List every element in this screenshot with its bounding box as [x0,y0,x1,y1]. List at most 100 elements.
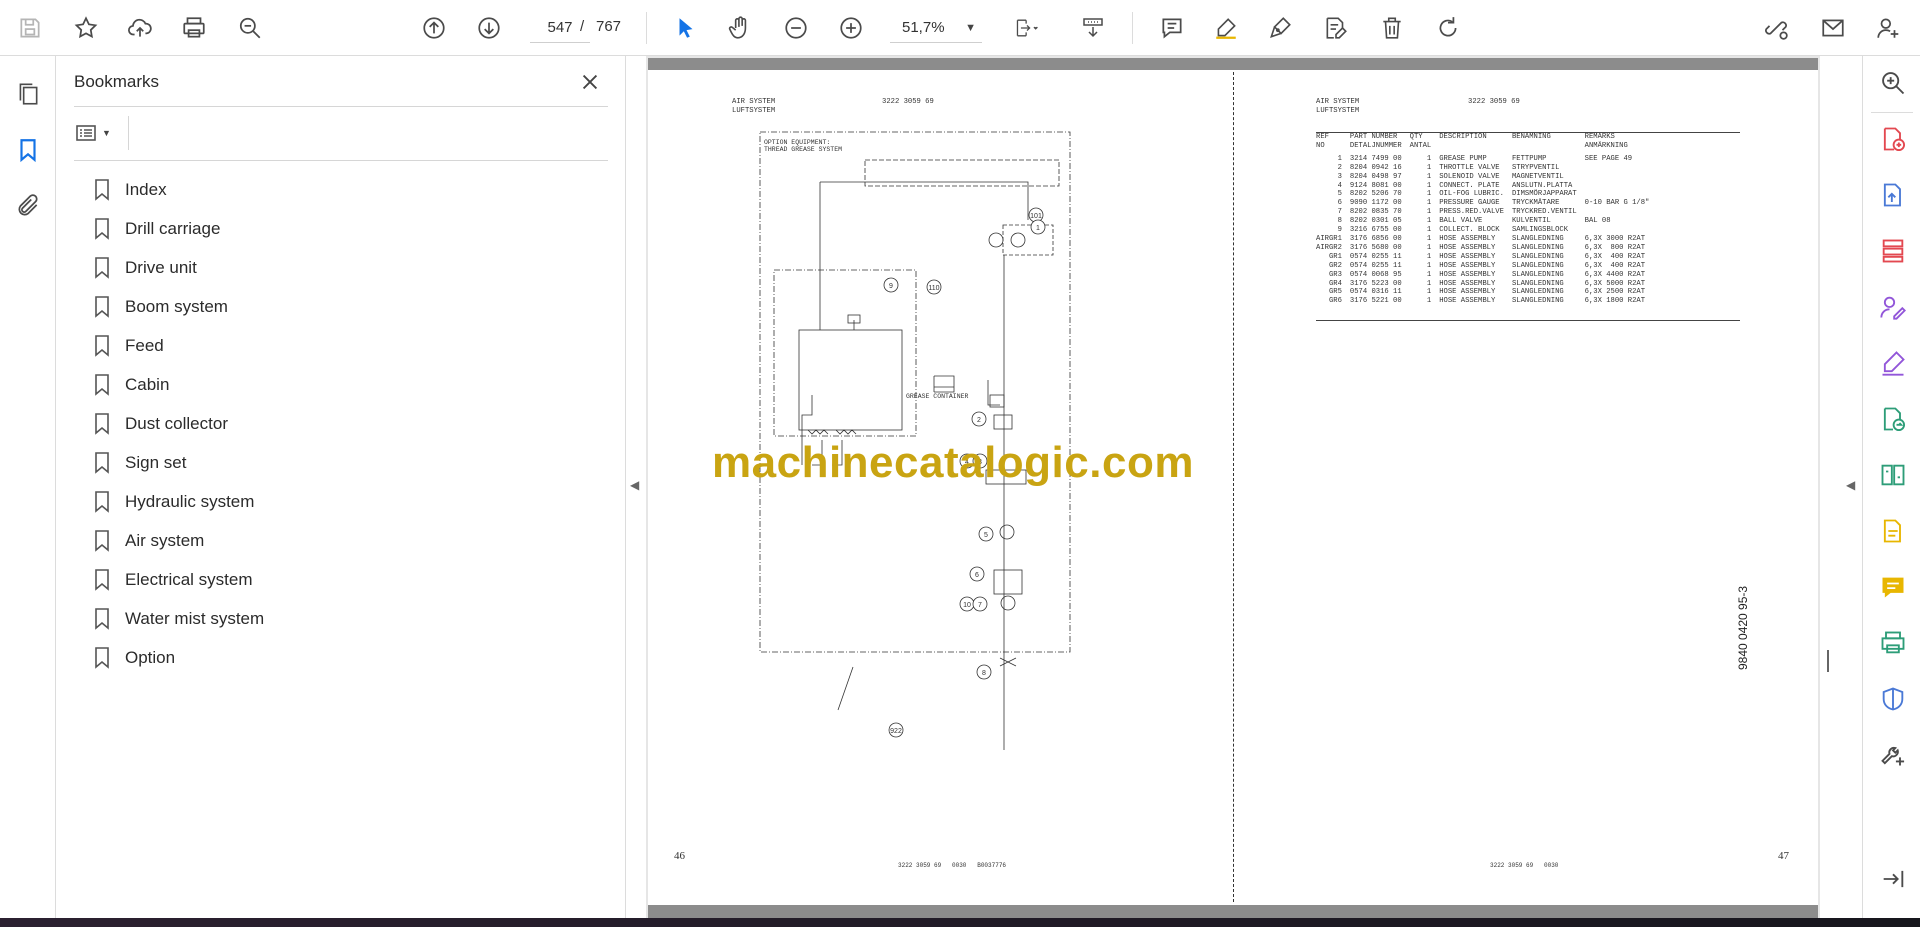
table-cell: 1 [1426,234,1432,243]
bookmark-label: Boom system [125,296,228,316]
bookmark-item[interactable]: Air system [94,521,594,560]
zoom-in-icon[interactable] [833,10,869,46]
more-tools-icon[interactable] [1876,738,1910,772]
search-zoom-icon[interactable] [232,10,268,46]
table-row: GR6 3176 5221 00 1 HOSE ASSEMBLY SLANGLEDNIN… [1312,297,1653,306]
collapse-right-panel-icon[interactable]: ◀ [1846,478,1855,492]
page-separator: / [580,18,585,35]
print-icon[interactable] [176,10,212,46]
organize-pages-icon[interactable] [1876,234,1910,268]
bookmark-panel-icon[interactable] [10,132,46,168]
page-fit-icon[interactable] [1002,10,1052,46]
comment-icon[interactable] [1154,10,1190,46]
table-cell: SLANGLEDNING [1511,270,1564,279]
bookmark-item[interactable]: Feed [94,326,594,365]
bookmark-item[interactable]: Option [94,638,594,677]
close-icon[interactable] [576,68,604,96]
next-page-icon[interactable] [471,10,507,46]
expand-panel-icon[interactable] [1876,862,1910,896]
page-thumbnails-icon[interactable] [10,76,46,112]
scrollbar-thumb[interactable] [1827,650,1829,672]
bookmark-item[interactable]: Dust collector [94,404,594,443]
chevron-down-icon: ▼ [102,128,111,138]
request-signature-icon[interactable] [1876,290,1910,324]
draw-freehand-icon[interactable] [1262,10,1298,46]
send-review-icon[interactable] [1876,402,1910,436]
bookmark-item[interactable]: Water mist system [94,599,594,638]
table-cell: 0574 0255 11 [1349,252,1402,261]
toolbar-divider [646,12,647,44]
rotate-icon[interactable] [1430,10,1466,46]
cloud-upload-icon[interactable] [122,10,158,46]
table-cell: SLANGLEDNING [1511,234,1564,243]
table-row: AIRGR2 3176 5680 00 1 HOSE ASSEMBLY SLANGLED… [1312,244,1653,253]
zoom-out-icon[interactable] [778,10,814,46]
bookmark-item[interactable]: Hydraulic system [94,482,594,521]
email-icon[interactable] [1815,10,1851,46]
table-cell [1581,226,1654,235]
drawing-number: 9840 0420 95-3 [1736,585,1750,670]
column-header: REMARKS [1584,133,1615,141]
zoom-level-dropdown[interactable]: 51,7% ▼ [890,13,982,43]
callout-2: 2 [977,417,981,424]
print-production-icon[interactable] [1876,626,1910,660]
share-link-icon[interactable] [1758,10,1794,46]
bookmark-options-button[interactable]: ▼ [74,118,122,148]
bookmark-label: Electrical system [125,569,253,589]
edit-text-icon[interactable] [1318,10,1354,46]
page-total: 767 [596,18,622,35]
bookmark-item[interactable]: Sign set [94,443,594,482]
bookmark-item[interactable]: Electrical system [94,560,594,599]
bookmark-icon [94,568,112,591]
table-cell: 3216 6755 00 [1349,226,1402,235]
collapse-left-panel-icon[interactable]: ◀ [630,478,639,492]
callout-110: 110 [928,285,939,292]
export-pdf-icon[interactable] [1876,178,1910,212]
bookmark-item[interactable]: Cabin [94,365,594,404]
previous-page-icon[interactable] [416,10,452,46]
callout-5: 5 [984,532,988,539]
table-cell: SEE PAGE 49 [1584,154,1633,163]
bookmark-icon [94,412,112,435]
table-cell: TRYCKMÄTARE [1511,199,1560,208]
callout-922: 922 [890,728,902,735]
scrolling-mode-icon[interactable] [1072,10,1116,46]
table-cell: SLANGLEDNING [1511,279,1564,288]
attachments-icon[interactable] [10,188,46,224]
table-cell: 6,3X 4400 R2AT [1584,270,1646,279]
left-page-footer: 3222 3059 69 0030 B0037776 [898,862,1007,869]
table-cell: 1 [1426,199,1432,208]
table-row: 2 8204 0942 16 1 THROTTLE VALVE STRYPVENTIL [1312,164,1653,173]
highlight-pen-icon[interactable] [1208,10,1244,46]
table-cell: 1 [1426,252,1432,261]
save-icon[interactable] [12,10,48,46]
table-cell: 1 [1426,163,1432,172]
table-cell: 3176 5680 00 [1349,243,1402,252]
bookmark-item[interactable]: Index [94,170,594,209]
bookmark-item[interactable]: Boom system [94,287,594,326]
zoom-search-icon[interactable] [1876,66,1910,100]
table-cell: HOSE ASSEMBLY [1439,288,1496,297]
create-pdf-icon[interactable] [1876,122,1910,156]
bookmark-item[interactable]: Drive unit [94,248,594,287]
compare-files-icon[interactable] [1876,458,1910,492]
table-cell: 1 [1426,288,1432,297]
protect-shield-icon[interactable] [1876,682,1910,716]
select-cursor-icon[interactable] [668,10,704,46]
bookmark-item[interactable]: Drill carriage [94,209,594,248]
callout-8: 8 [982,670,986,677]
bookmark-icon [94,178,112,201]
column-header: DESCRIPTION [1439,133,1487,141]
add-user-icon[interactable] [1870,10,1906,46]
comment-tool-icon[interactable] [1876,570,1910,604]
table-cell: 3 [1337,172,1342,181]
hand-tool-icon[interactable] [722,10,758,46]
table-cell: DIMSMÖRJAPPARAT [1511,190,1577,199]
delete-trash-icon[interactable] [1374,10,1410,46]
star-icon[interactable] [68,10,104,46]
table-cell: 1 [1337,154,1342,163]
fill-sign-icon[interactable] [1876,346,1910,380]
table-cell: 9124 8081 00 [1349,181,1402,190]
column-header: BENÄMNING [1511,133,1551,141]
scan-ocr-icon[interactable] [1876,514,1910,548]
